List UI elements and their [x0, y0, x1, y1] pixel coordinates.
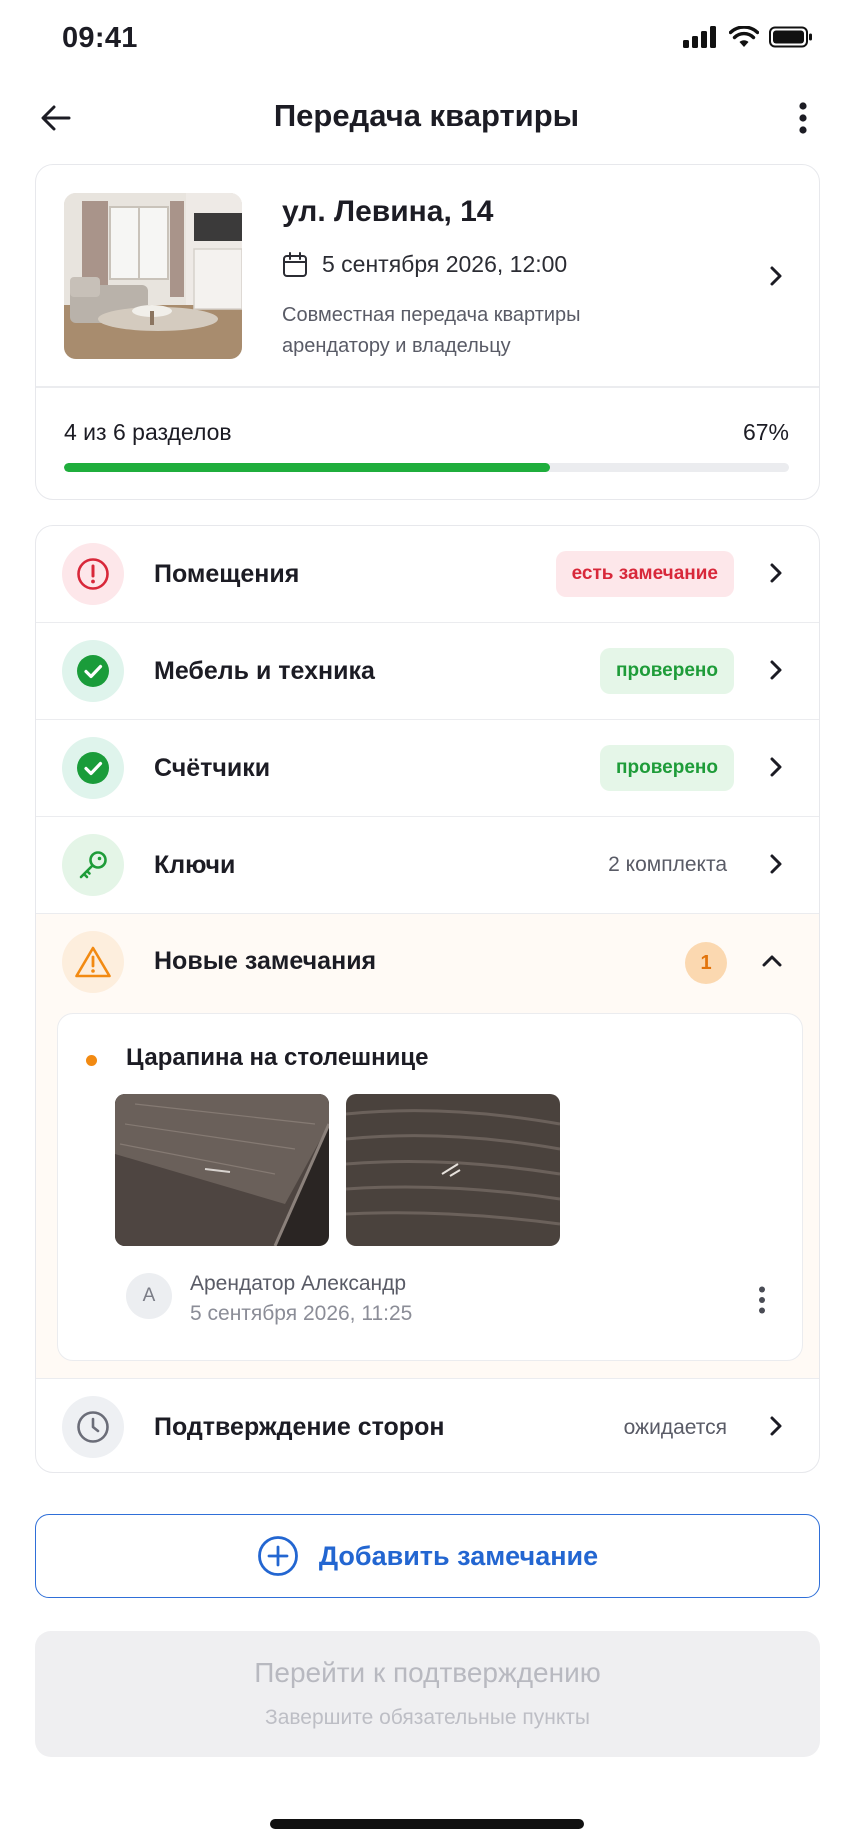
progress-percent: 67% — [742, 419, 789, 445]
page-title: Передача квартиры — [273, 98, 580, 133]
battery-icon — [769, 26, 812, 48]
alert-circle-icon — [77, 558, 109, 590]
more-options-button[interactable] — [781, 96, 825, 140]
apartment-summary-card[interactable]: ул. Левина, 14 5 сентября 2026, 12:00 Со… — [35, 164, 820, 500]
section-row-rooms[interactable]: Помещения есть замечание — [36, 526, 819, 623]
section-icon-container — [62, 1396, 124, 1458]
issue-photo-thumbnail[interactable] — [115, 1094, 329, 1246]
chevron-right-icon — [770, 266, 782, 286]
calendar-icon — [283, 251, 307, 277]
chevron-up-icon — [762, 955, 782, 967]
avatar: А — [126, 1273, 172, 1319]
apartment-photo — [64, 193, 242, 359]
issue-more-button[interactable] — [758, 1286, 766, 1319]
row-chevron — [769, 853, 783, 880]
section-label: Счётчики — [154, 753, 271, 782]
handover-datetime-text: 5 сентября 2026, 12:00 — [322, 251, 568, 277]
apartment-address: ул. Левина, 14 — [282, 195, 494, 228]
add-issue-label: Добавить замечание — [318, 1540, 599, 1571]
issue-card[interactable]: Царапина на столешнице А Арендатор Алекс… — [57, 1013, 803, 1361]
section-icon-container — [62, 834, 124, 896]
wifi-icon — [729, 26, 759, 47]
progress-track — [64, 463, 789, 472]
new-issues-section: Новые замечания 1 Царапина на столешнице — [36, 914, 819, 1379]
status-badge: есть замечание — [555, 551, 734, 597]
sections-list: Помещения есть замечание Мебель и техник… — [35, 525, 820, 1473]
status-badge: проверено — [600, 745, 734, 791]
add-issue-button[interactable]: Добавить замечание — [35, 1514, 820, 1598]
row-chevron — [769, 1415, 783, 1442]
progress-fill — [64, 463, 550, 472]
issue-photo-thumbnail[interactable] — [346, 1094, 560, 1246]
keys-count: 2 комплекта — [608, 853, 727, 876]
divider — [36, 386, 819, 388]
confirmation-status: ожидается — [623, 1415, 727, 1439]
proceed-subtitle: Завершите обязательные пункты — [265, 1706, 590, 1729]
more-vertical-icon — [799, 102, 807, 134]
issue-timestamp: 5 сентября 2026, 11:25 — [190, 1302, 413, 1325]
section-icon-container — [62, 543, 124, 605]
clock-icon — [77, 1411, 109, 1443]
row-chevron — [769, 659, 783, 686]
section-icon-container — [62, 737, 124, 799]
handover-datetime: 5 сентября 2026, 12:00 — [282, 251, 567, 278]
section-label: Ключи — [154, 850, 236, 879]
progress-label: 4 из 6 разделов — [64, 419, 232, 445]
proceed-title: Перейти к подтверждению — [254, 1657, 601, 1688]
section-row-furniture[interactable]: Мебель и техника проверено — [36, 623, 819, 720]
section-row-keys[interactable]: Ключи 2 комплекта — [36, 817, 819, 914]
more-vertical-icon — [759, 1286, 765, 1314]
check-circle-icon — [77, 655, 109, 687]
new-issues-label: Новые замечания — [154, 947, 377, 975]
status-badge: проверено — [600, 648, 734, 694]
home-indicator — [270, 1819, 584, 1829]
issues-count-badge: 1 — [685, 942, 727, 984]
open-details-chevron[interactable] — [769, 265, 783, 292]
section-label: Помещения — [154, 559, 300, 588]
plus-circle-icon — [257, 1536, 298, 1576]
handover-description: Совместная передача квартиры арендатору … — [282, 304, 581, 357]
warning-triangle-icon — [75, 946, 111, 978]
section-row-confirmation[interactable]: Подтверждение сторон ожидается — [36, 1379, 819, 1472]
issue-author: Арендатор Александр — [190, 1272, 407, 1295]
section-row-meters[interactable]: Счётчики проверено — [36, 720, 819, 817]
issue-status-dot — [86, 1055, 97, 1066]
section-label: Подтверждение сторон — [154, 1413, 445, 1441]
status-icons — [683, 26, 813, 48]
chevron-right-icon — [770, 563, 782, 583]
chevron-right-icon — [770, 854, 782, 874]
issue-title: Царапина на столешнице — [126, 1044, 429, 1071]
chevron-right-icon — [770, 757, 782, 777]
section-icon-container — [62, 640, 124, 702]
proceed-to-confirmation-button[interactable]: Перейти к подтверждению Завершите обязат… — [35, 1631, 820, 1757]
section-icon-container — [62, 931, 124, 993]
section-label: Мебель и техника — [154, 656, 375, 685]
key-icon — [79, 851, 107, 879]
chevron-right-icon — [770, 660, 782, 680]
status-time: 09:41 — [62, 22, 138, 54]
chevron-right-icon — [770, 1416, 782, 1436]
new-issues-header[interactable]: Новые замечания 1 — [36, 914, 819, 1011]
row-chevron — [769, 756, 783, 783]
cellular-signal-icon — [683, 26, 716, 48]
collapse-chevron[interactable] — [761, 954, 783, 973]
row-chevron — [769, 562, 783, 589]
check-circle-icon — [77, 752, 109, 784]
